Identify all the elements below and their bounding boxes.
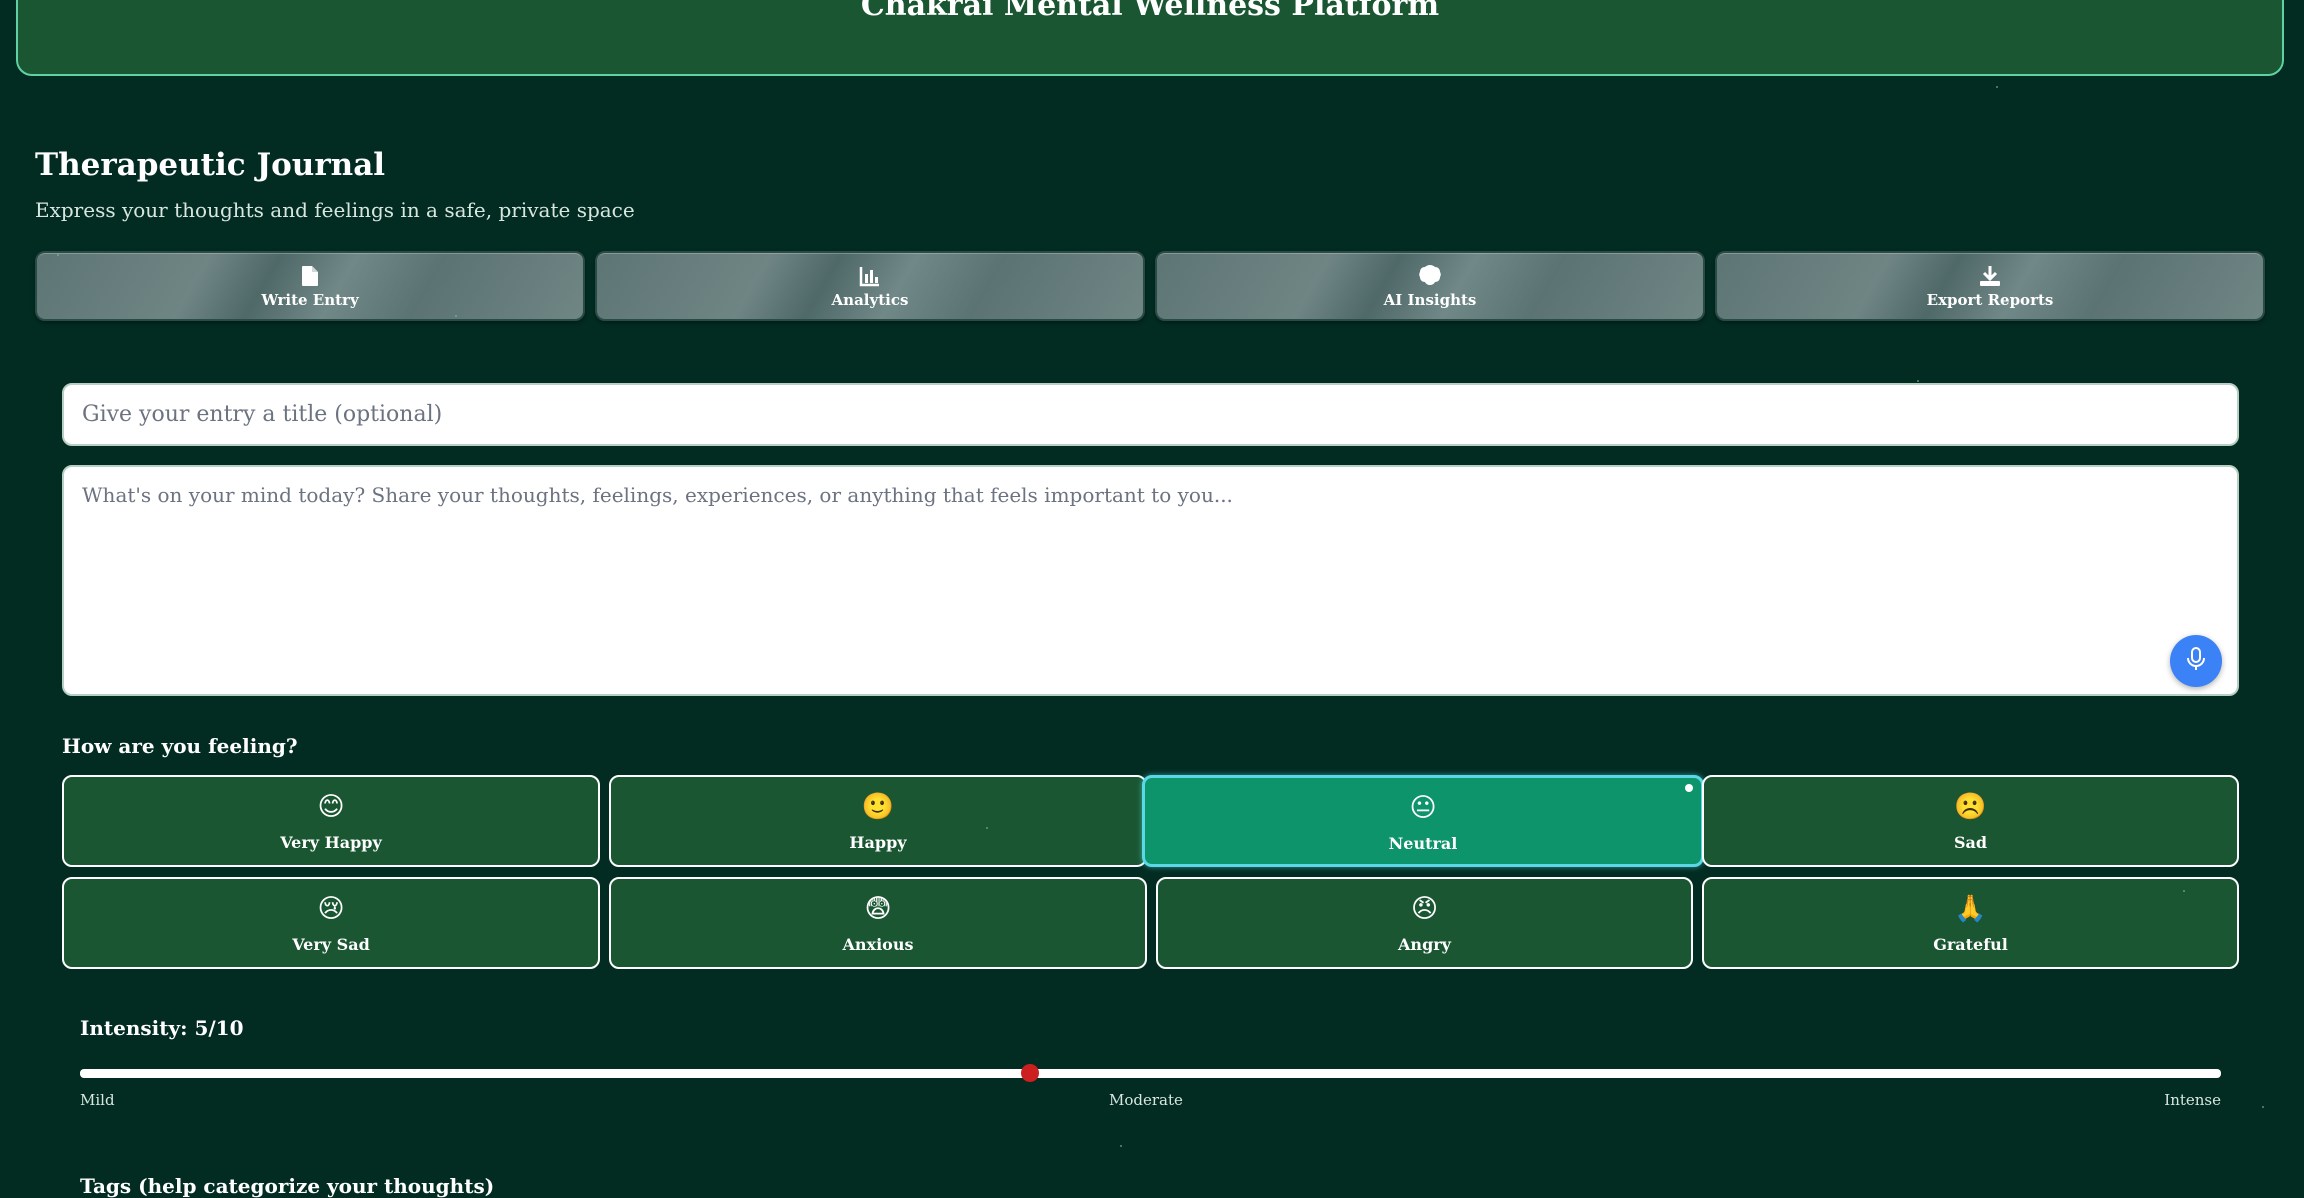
mood-option-very-happy[interactable]: 😊 Very Happy [62,775,600,867]
decorative-speck [2262,1106,2264,1108]
mood-emoji-icon: 😨 [864,894,892,924]
app-header: Chakrai Mental Wellness Platform [16,0,2284,76]
intensity-slider-thumb[interactable] [1020,1064,1039,1082]
decorative-speck [986,827,988,829]
tab-label: Analytics [831,291,909,309]
mood-label: Very Happy [280,833,382,852]
brain-icon [1157,265,1703,287]
voice-input-button[interactable] [2170,635,2222,687]
journal-tabs: Write Entry Analytics AI Insights Export… [35,251,2267,321]
tab-label: Write Entry [261,291,359,309]
mood-emoji-icon: 😠 [1410,894,1439,924]
mood-emoji-icon: 🙏 [1954,894,1987,924]
decorative-speck [1996,86,1998,88]
mood-label: Happy [849,833,907,852]
intensity-low-label: Mild [80,1091,115,1109]
decorative-speck [455,315,457,317]
mood-label: Neutral [1388,834,1458,853]
mood-option-very-sad[interactable]: 😢 Very Sad [62,877,600,969]
mood-emoji-icon: 😢 [317,894,345,924]
intensity-mid-label: Moderate [1109,1091,1183,1109]
document-icon [37,265,583,287]
page-title: Therapeutic Journal [35,147,386,183]
mood-emoji-icon: 😐 [1409,793,1437,823]
decorative-speck [1120,1145,1122,1147]
tab-analytics[interactable]: Analytics [595,251,1145,321]
tab-label: AI Insights [1383,291,1477,309]
selected-indicator [1685,784,1693,792]
app-title: Chakrai Mental Wellness Platform [860,0,1440,23]
mood-label: Grateful [1933,935,2008,954]
mood-option-sad[interactable]: ☹️ Sad [1702,775,2239,867]
mood-option-happy[interactable]: 🙂 Happy [609,775,1147,867]
decorative-speck [2183,890,2185,892]
intensity-high-label: Intense [2164,1091,2221,1109]
download-icon [1717,265,2263,287]
entry-title-input[interactable] [62,383,2239,446]
mood-emoji-icon: 🙂 [861,792,895,822]
decorative-speck [57,254,59,256]
tags-label: Tags (help categorize your thoughts) [80,1174,495,1198]
mood-label: Sad [1953,833,1988,852]
tab-write-entry[interactable]: Write Entry [35,251,585,321]
page-subtitle: Express your thoughts and feelings in a … [35,198,635,222]
microphone-icon [2186,647,2206,675]
intensity-slider[interactable] [80,1064,2221,1082]
mood-label: Very Sad [292,935,370,954]
chart-icon [597,265,1143,287]
tab-export-reports[interactable]: Export Reports [1715,251,2265,321]
entry-body-textarea[interactable] [62,465,2239,696]
decorative-speck [1917,380,1919,382]
mood-option-grateful[interactable]: 🙏 Grateful [1702,877,2239,969]
mood-emoji-icon: 😊 [317,792,345,822]
tab-ai-insights[interactable]: AI Insights [1155,251,1705,321]
mood-option-neutral[interactable]: 😐 Neutral [1142,775,1704,867]
mood-label: Anxious [842,935,914,954]
intensity-label: Intensity: 5/10 [80,1016,244,1040]
feeling-label: How are you feeling? [62,734,298,758]
tab-label: Export Reports [1926,291,2054,309]
mood-option-angry[interactable]: 😠 Angry [1156,877,1693,969]
mood-option-anxious[interactable]: 😨 Anxious [609,877,1147,969]
mood-label: Angry [1398,935,1451,954]
mood-emoji-icon: ☹️ [1954,792,1987,822]
